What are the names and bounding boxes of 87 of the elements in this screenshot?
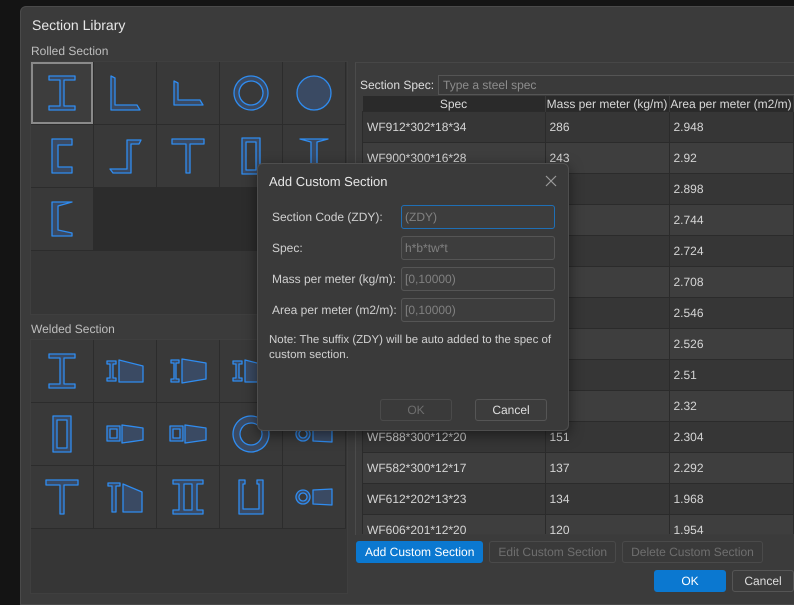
table-cell: WF606*201*12*20 [362, 514, 545, 534]
table-cell: 2.526 [669, 328, 793, 360]
section-tile[interactable] [157, 125, 219, 187]
section-tile[interactable] [94, 125, 156, 187]
table-cell: WF912*302*18*34 [362, 112, 545, 142]
table-cell: 137 [545, 452, 669, 484]
box-icon [241, 137, 261, 175]
table-cell: 2.546 [669, 298, 793, 328]
table-cell: 134 [545, 484, 669, 514]
table-cell: 2.948 [669, 112, 793, 142]
i-beam-icon [48, 75, 76, 111]
tee-icon [171, 138, 205, 174]
tee-icon [45, 479, 79, 515]
section-tile[interactable] [220, 466, 282, 528]
table-cell: 2.898 [669, 174, 793, 204]
tapered-box-icon [169, 424, 207, 444]
tapered-box-icon [106, 424, 144, 444]
dialog-button[interactable]: OK [654, 570, 726, 592]
dialog-title: Add Custom Section [269, 174, 388, 188]
close-icon[interactable] [545, 175, 557, 187]
section-tile[interactable] [94, 340, 156, 402]
section-tile[interactable] [157, 62, 219, 124]
round-bar-icon [296, 75, 332, 111]
field-label: Mass per meter (kg/m): [272, 272, 398, 286]
table-cell: 2.724 [669, 236, 793, 266]
tee-with-taper-icon [107, 482, 143, 512]
table-cell: WF612*202*13*23 [362, 484, 545, 514]
box-icon [52, 415, 72, 453]
section-tile[interactable] [157, 340, 219, 402]
table-cell: 2.304 [669, 422, 793, 452]
field-label: Spec: [272, 241, 304, 255]
section-tile[interactable] [220, 62, 282, 124]
table-cell: 243 [545, 142, 669, 174]
table-cell: 2.51 [669, 360, 793, 390]
double-i-beam-icon [172, 479, 204, 515]
section-tile[interactable] [94, 466, 156, 528]
input-field[interactable]: h*b*tw*t [401, 236, 555, 260]
table-cell: 2.92 [669, 142, 793, 174]
short-angle-icon [172, 80, 204, 106]
section-tile[interactable] [31, 466, 93, 528]
table-cell: 2.744 [669, 204, 793, 236]
channel-icon [51, 138, 73, 174]
tapered-i-beam-icon [106, 359, 144, 383]
search-label: Section Spec: [360, 78, 434, 92]
u-channel-icon [238, 479, 264, 515]
pipe-icon [233, 75, 269, 111]
column-header[interactable]: Spec [362, 96, 545, 112]
wide-tapered-i-beam-icon [170, 358, 206, 384]
section-tile[interactable] [31, 125, 93, 187]
action-button[interactable]: Add Custom Section [356, 541, 484, 563]
search-field[interactable]: Type a steel spec [438, 75, 794, 95]
section-tile[interactable] [283, 62, 345, 124]
section-tile[interactable] [31, 340, 93, 402]
table-cell: WF582*300*12*17 [362, 452, 545, 484]
section-tile[interactable] [31, 62, 93, 124]
field-label: Area per meter (m2/m): [272, 303, 398, 317]
i-beam-icon [48, 353, 76, 389]
angle-icon [110, 75, 140, 111]
table-cell: 2.292 [669, 452, 793, 484]
table-cell: 1.968 [669, 484, 793, 514]
section-tile[interactable] [31, 403, 93, 465]
table-cell: 286 [545, 112, 669, 142]
window-title: Section Library [31, 16, 126, 35]
section-tile[interactable] [31, 188, 93, 250]
note-text: Note: The suffix (ZDY) will be auto added to the spec of custom section. [269, 333, 552, 363]
section-tile[interactable] [94, 62, 156, 124]
tapered-pipe-icon [295, 488, 333, 506]
section-tile[interactable] [157, 403, 219, 465]
table-cell: 1.954 [669, 514, 793, 534]
field-label: Section Code (ZDY): [272, 210, 384, 224]
table-cell: 2.708 [669, 266, 793, 298]
dialog-button[interactable]: Cancel [475, 399, 547, 421]
section-tile[interactable] [94, 403, 156, 465]
table-cell: 151 [545, 422, 669, 452]
section-tile[interactable] [283, 466, 345, 528]
table-cell: 2.32 [669, 390, 793, 422]
input-field[interactable]: [0,10000) [401, 267, 555, 291]
section-group-label: Rolled Section [30, 44, 110, 60]
section-tile[interactable] [157, 466, 219, 528]
z-section-icon [108, 138, 142, 174]
tapered-channel-icon [51, 201, 73, 237]
column-header[interactable]: Area per meter (m2/m) [669, 96, 793, 112]
column-header[interactable]: Mass per meter (kg/m) [545, 96, 669, 112]
input-field[interactable]: [0,10000) [401, 298, 555, 322]
table-cell: 120 [545, 514, 669, 534]
dialog-button[interactable]: Cancel [732, 570, 794, 592]
input-field[interactable]: (ZDY) [401, 205, 555, 229]
